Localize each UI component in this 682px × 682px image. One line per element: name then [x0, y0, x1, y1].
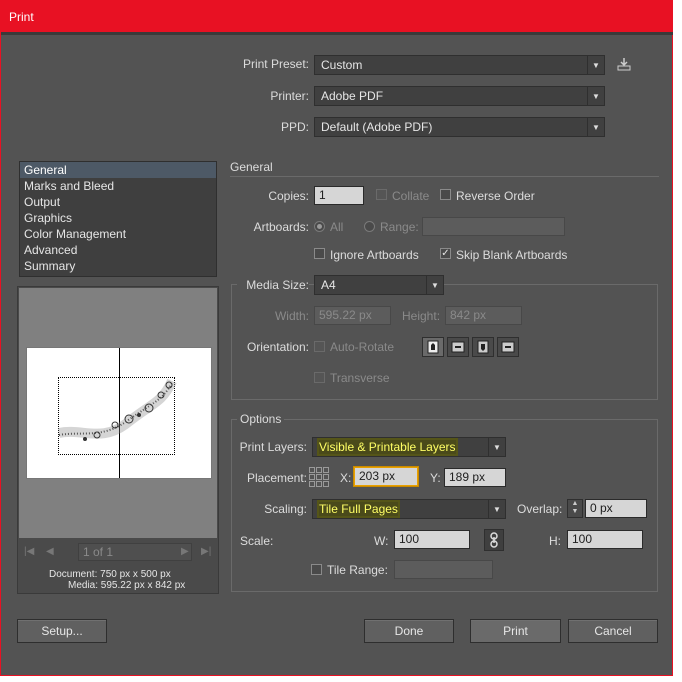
copies-field[interactable]: 1 — [314, 186, 364, 205]
page-field[interactable]: 1 of 1 — [78, 543, 192, 561]
title-bar[interactable]: Print — [1, 0, 674, 32]
range-field[interactable] — [422, 217, 565, 236]
media-size-select[interactable]: A4 ▼ — [314, 275, 444, 295]
save-preset-icon[interactable] — [616, 56, 632, 72]
collate-label: Collate — [392, 189, 430, 203]
window-title: Print — [9, 10, 34, 24]
skip-blank-artboards-label: Skip Blank Artboards — [456, 248, 568, 262]
y-label: Y: — [430, 471, 441, 485]
scale-height-field[interactable]: 100 — [567, 530, 643, 549]
print-dialog: Print Print Preset: Custom ▼ Printer: Ad… — [0, 0, 674, 676]
w-label: W: — [374, 534, 389, 548]
chevron-down-icon: ▼ — [426, 276, 443, 294]
media-info: Media: 595.22 px x 842 px — [68, 580, 186, 591]
category-item-marks-and-bleed[interactable]: Marks and Bleed — [20, 178, 216, 194]
preview-area[interactable] — [19, 288, 217, 538]
height-field[interactable]: 842 px — [445, 306, 522, 325]
category-item-graphics[interactable]: Graphics — [20, 210, 216, 226]
skip-blank-artboards-checkbox[interactable]: ✓ — [440, 248, 451, 259]
print-preset-label: Print Preset: — [242, 57, 309, 71]
scale-label: Scale: — [240, 534, 274, 548]
artwork-thumbnail — [57, 378, 177, 441]
title-bar-shadow — [1, 32, 674, 35]
tile-range-label: Tile Range: — [327, 563, 388, 577]
flipped-portrait-icon[interactable] — [472, 337, 494, 357]
height-label: Height: — [402, 309, 441, 323]
tile-range-field[interactable] — [394, 560, 493, 579]
next-page-icon[interactable]: ▶ — [181, 546, 189, 557]
overlap-stepper[interactable]: ▲ ▼ — [567, 499, 583, 518]
printer-label: Printer: — [270, 89, 309, 103]
setup-button[interactable]: Setup... — [17, 619, 107, 643]
h-label: H: — [549, 534, 561, 548]
reverse-order-label: Reverse Order — [456, 189, 535, 203]
all-artboards-radio[interactable] — [314, 221, 325, 232]
first-page-icon[interactable]: |◀ — [24, 546, 34, 557]
chevron-down-icon: ▼ — [587, 87, 604, 105]
scale-width-field[interactable]: 100 — [394, 530, 470, 549]
cancel-button[interactable]: Cancel — [568, 619, 658, 643]
document-info: Document: 750 px x 500 px — [49, 569, 171, 580]
transverse-checkbox[interactable] — [314, 372, 325, 383]
range-radio[interactable] — [364, 221, 375, 232]
chevron-down-icon: ▼ — [488, 500, 505, 518]
ignore-artboards-checkbox[interactable] — [314, 248, 325, 259]
category-item-output[interactable]: Output — [20, 194, 216, 210]
collate-checkbox[interactable] — [376, 189, 387, 200]
printer-select[interactable]: Adobe PDF ▼ — [314, 86, 605, 106]
range-label: Range: — [380, 220, 419, 234]
link-icon — [490, 532, 498, 548]
category-item-color-management[interactable]: Color Management — [20, 226, 216, 242]
placement-grid-icon[interactable] — [309, 467, 329, 487]
ppd-label: PPD: — [280, 120, 309, 134]
reverse-order-checkbox[interactable] — [440, 189, 451, 200]
preview-page — [26, 347, 212, 479]
orientation-label: Orientation: — [246, 340, 309, 354]
background-canvas-strip — [673, 0, 682, 682]
print-preset-select[interactable]: Custom ▼ — [314, 55, 605, 75]
copies-label: Copies: — [268, 189, 309, 203]
category-list: General Marks and Bleed Output Graphics … — [19, 161, 217, 277]
auto-rotate-checkbox[interactable] — [314, 341, 325, 352]
print-preview-panel: |◀ ◀ 1 of 1 ▶ ▶| Document: 750 px x 500 … — [17, 286, 219, 594]
tile-range-checkbox[interactable] — [311, 564, 322, 575]
category-item-advanced[interactable]: Advanced — [20, 242, 216, 258]
chevron-down-icon: ▼ — [488, 438, 505, 456]
options-heading: Options — [237, 412, 285, 426]
print-button[interactable]: Print — [470, 619, 561, 643]
overlap-label: Overlap: — [517, 502, 563, 516]
width-field[interactable]: 595.22 px — [314, 306, 391, 325]
portrait-icon[interactable] — [422, 337, 444, 357]
chevron-down-icon: ▼ — [587, 118, 604, 136]
ppd-select[interactable]: Default (Adobe PDF) ▼ — [314, 117, 605, 137]
print-layers-select[interactable]: Visible & Printable Layers ▼ — [312, 437, 506, 457]
auto-rotate-label: Auto-Rotate — [330, 340, 395, 354]
landscape-icon[interactable] — [447, 337, 469, 357]
last-page-icon[interactable]: ▶| — [201, 546, 211, 557]
general-divider — [230, 176, 659, 177]
prev-page-icon[interactable]: ◀ — [46, 546, 54, 557]
flipped-landscape-icon[interactable] — [497, 337, 519, 357]
done-button[interactable]: Done — [364, 619, 454, 643]
x-label: X: — [340, 471, 352, 485]
ignore-artboards-label: Ignore Artboards — [330, 248, 419, 262]
category-item-general[interactable]: General — [20, 162, 216, 178]
category-item-summary[interactable]: Summary — [20, 258, 216, 274]
y-field[interactable]: 189 px — [444, 468, 506, 487]
overlap-field[interactable]: 0 px — [585, 499, 647, 518]
scaling-select[interactable]: Tile Full Pages ▼ — [312, 499, 506, 519]
all-artboards-label: All — [330, 220, 344, 234]
transverse-label: Transverse — [330, 371, 390, 385]
print-layers-label: Print Layers: — [239, 440, 307, 454]
artboards-label: Artboards: — [253, 220, 309, 234]
x-field[interactable]: 203 px — [354, 467, 418, 486]
constrain-proportions-button[interactable] — [484, 529, 504, 551]
scaling-label: Scaling: — [264, 502, 307, 516]
placement-label: Placement: — [246, 471, 307, 485]
width-label: Width: — [274, 309, 309, 323]
media-size-label: Media Size: — [237, 278, 309, 292]
general-heading: General — [230, 160, 273, 174]
chevron-down-icon: ▼ — [587, 56, 604, 74]
